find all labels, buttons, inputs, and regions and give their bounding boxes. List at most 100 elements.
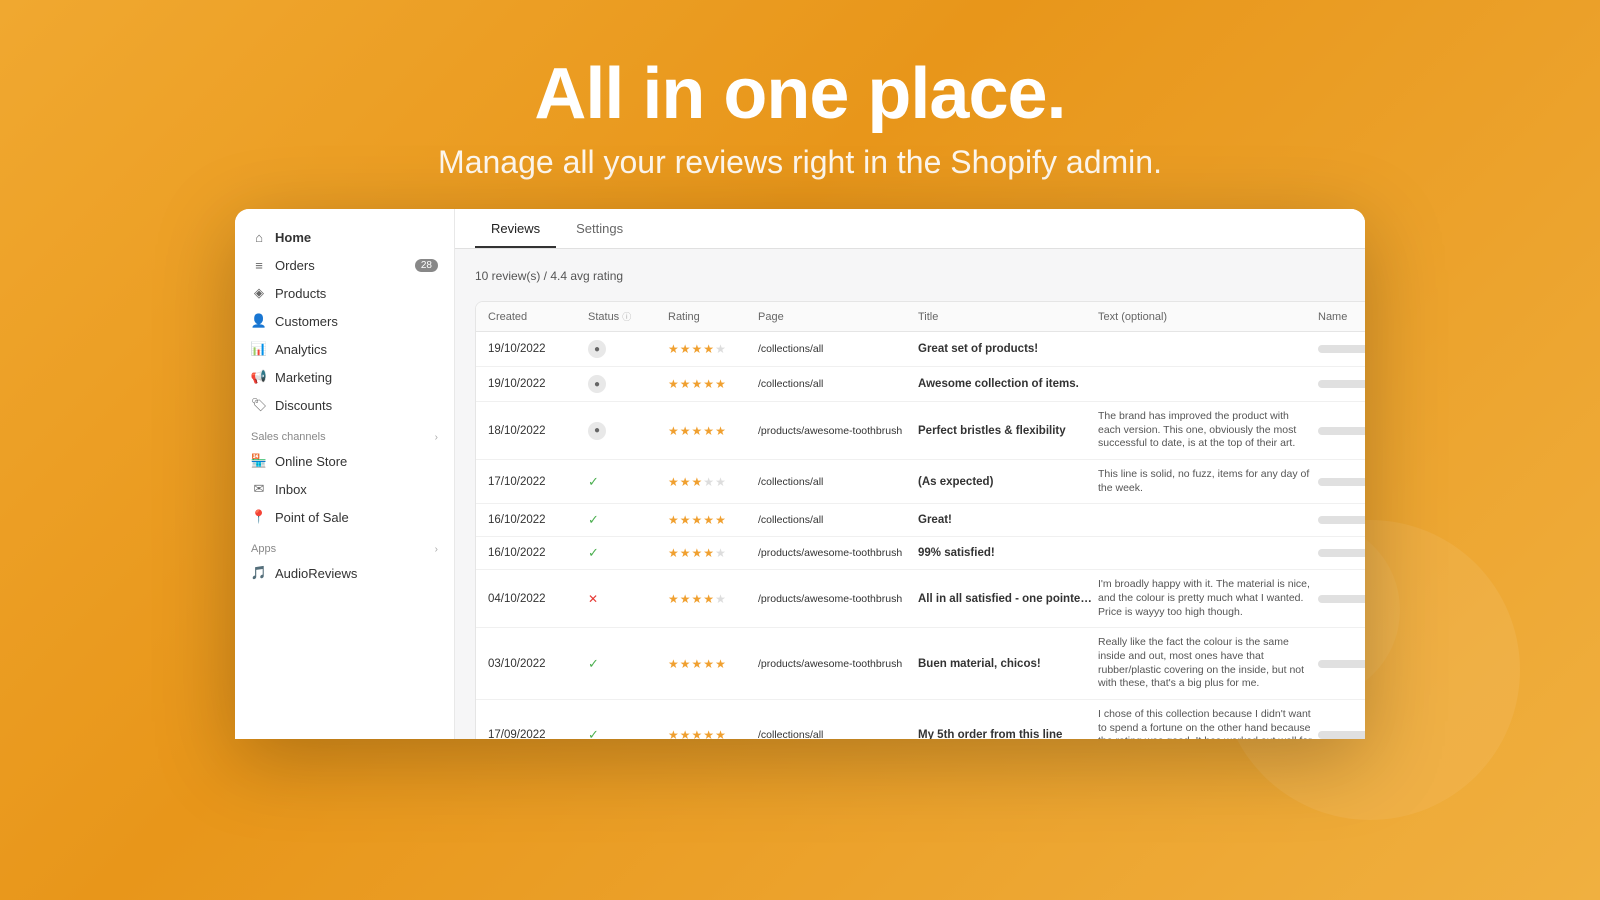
table-row[interactable]: 17/09/2022 ✓ ★★★★★ /collections/all My 5…	[476, 700, 1365, 739]
products-icon: ◈	[251, 285, 267, 301]
cell-page: /collections/all	[758, 514, 918, 526]
star-icon: ★	[668, 475, 679, 489]
cell-page: /products/awesome-toothbrush	[758, 658, 918, 670]
main-content: Reviews Settings 10 review(s) / 4.4 avg …	[455, 209, 1365, 739]
star-icon: ★	[715, 546, 726, 560]
cell-text: I'm broadly happy with it. The material …	[1098, 578, 1318, 619]
sidebar-item-home-label: Home	[275, 230, 311, 245]
sidebar-item-audio-reviews-label: AudioReviews	[275, 566, 357, 581]
cell-created: 16/10/2022	[488, 547, 588, 559]
sidebar-item-home[interactable]: ⌂ Home	[235, 223, 454, 251]
star-icon: ★	[715, 342, 726, 356]
star-icon: ★	[703, 377, 714, 391]
star-icon: ★	[692, 546, 703, 560]
cell-name	[1318, 478, 1365, 486]
cell-status: ✓	[588, 727, 668, 739]
star-icon: ★	[668, 592, 679, 606]
sidebar-item-audio-reviews[interactable]: 🎵 AudioReviews	[235, 559, 454, 587]
sidebar-item-products-label: Products	[275, 286, 326, 301]
table-row[interactable]: 19/10/2022 ● ★★★★★ /collections/all Awes…	[476, 367, 1365, 402]
cell-name	[1318, 427, 1365, 435]
cell-page: /collections/all	[758, 729, 918, 739]
content-area: 10 review(s) / 4.4 avg rating Filter: Pa…	[455, 249, 1365, 739]
sidebar-item-online-store[interactable]: 🏪 Online Store	[235, 447, 454, 475]
star-icon: ★	[680, 592, 691, 606]
table-row[interactable]: 17/10/2022 ✓ ★★★★★ /collections/all (As …	[476, 460, 1365, 504]
sidebar-item-marketing[interactable]: 📢 Marketing	[235, 363, 454, 391]
name-bar	[1318, 660, 1365, 668]
cell-rating: ★★★★★	[668, 592, 758, 606]
apps-label: Apps	[251, 543, 276, 555]
cell-name	[1318, 380, 1365, 388]
tab-reviews[interactable]: Reviews	[475, 209, 556, 248]
star-icon: ★	[692, 513, 703, 527]
sales-channels-arrow: ›	[435, 432, 438, 443]
review-count: 10 review(s) / 4.4 avg rating	[475, 269, 623, 283]
star-icon: ★	[680, 342, 691, 356]
discounts-icon: 🏷	[251, 397, 267, 413]
star-icon: ★	[715, 657, 726, 671]
sidebar-item-pos[interactable]: 📍 Point of Sale	[235, 503, 454, 531]
star-icon: ★	[668, 728, 679, 739]
orders-icon: ≡	[251, 257, 267, 273]
table-row[interactable]: 19/10/2022 ● ★★★★★ /collections/all Grea…	[476, 332, 1365, 367]
sidebar-item-online-store-label: Online Store	[275, 454, 347, 469]
sidebar-item-analytics-label: Analytics	[275, 342, 327, 357]
star-icon: ★	[668, 342, 679, 356]
table-row[interactable]: 16/10/2022 ✓ ★★★★★ /collections/all Grea…	[476, 504, 1365, 537]
sidebar-item-analytics[interactable]: 📊 Analytics	[235, 335, 454, 363]
status-approved-icon: ✓	[588, 727, 662, 739]
sidebar-item-inbox[interactable]: ✉ Inbox	[235, 475, 454, 503]
header-name: Name	[1318, 310, 1365, 323]
pos-icon: 📍	[251, 509, 267, 525]
cell-status: ✓	[588, 474, 668, 490]
sidebar-item-discounts[interactable]: 🏷 Discounts	[235, 391, 454, 419]
cell-title: (As expected)	[918, 476, 1098, 488]
name-bar	[1318, 549, 1365, 557]
analytics-icon: 📊	[251, 341, 267, 357]
cell-title: Awesome collection of items.	[918, 378, 1098, 390]
cell-created: 19/10/2022	[488, 378, 588, 390]
star-icon: ★	[692, 377, 703, 391]
tabs-bar: Reviews Settings	[455, 209, 1365, 249]
header-rating: Rating	[668, 310, 758, 323]
name-bar	[1318, 731, 1365, 739]
cell-title: My 5th order from this line	[918, 729, 1098, 739]
header-text: Text (optional)	[1098, 310, 1318, 323]
sidebar-item-products[interactable]: ◈ Products	[235, 279, 454, 307]
cell-rating: ★★★★★	[668, 728, 758, 739]
name-bar	[1318, 345, 1365, 353]
apps-section: Apps ›	[235, 531, 454, 559]
table-row[interactable]: 04/10/2022 ✕ ★★★★★ /products/awesome-too…	[476, 570, 1365, 628]
cell-status: ✓	[588, 656, 668, 672]
inbox-icon: ✉	[251, 481, 267, 497]
info-icon: ⓘ	[622, 310, 631, 323]
star-icon: ★	[715, 728, 726, 739]
cell-name	[1318, 516, 1365, 524]
cell-name	[1318, 660, 1365, 668]
home-icon: ⌂	[251, 229, 267, 245]
cell-page: /collections/all	[758, 343, 918, 355]
sidebar-item-orders[interactable]: ≡ Orders 28	[235, 251, 454, 279]
sidebar-item-customers-label: Customers	[275, 314, 338, 329]
tab-settings[interactable]: Settings	[560, 209, 639, 248]
cell-page: /collections/all	[758, 476, 918, 488]
star-icon: ★	[680, 513, 691, 527]
store-icon: 🏪	[251, 453, 267, 469]
star-icon: ★	[668, 377, 679, 391]
cell-created: 03/10/2022	[488, 658, 588, 670]
cell-created: 16/10/2022	[488, 514, 588, 526]
reviews-table: Created Status ⓘ Rating Page Title Text …	[475, 301, 1365, 739]
star-icon: ★	[692, 424, 703, 438]
table-row[interactable]: 18/10/2022 ● ★★★★★ /products/awesome-too…	[476, 402, 1365, 460]
table-row[interactable]: 03/10/2022 ✓ ★★★★★ /products/awesome-too…	[476, 628, 1365, 700]
status-approved-icon: ✓	[588, 512, 662, 528]
star-icon: ★	[668, 513, 679, 527]
cell-status: ●	[588, 422, 668, 440]
cell-page: /collections/all	[758, 378, 918, 390]
star-icon: ★	[680, 728, 691, 739]
cell-rating: ★★★★★	[668, 513, 758, 527]
sidebar-item-customers[interactable]: 👤 Customers	[235, 307, 454, 335]
cell-created: 18/10/2022	[488, 425, 588, 437]
table-row[interactable]: 16/10/2022 ✓ ★★★★★ /products/awesome-too…	[476, 537, 1365, 570]
